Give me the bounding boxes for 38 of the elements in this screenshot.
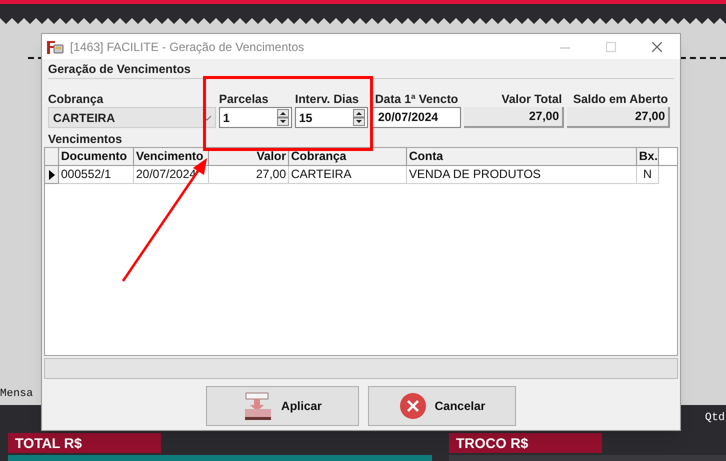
cancel-button[interactable]: Cancelar — [368, 386, 516, 426]
field-label: Cobrança — [48, 91, 104, 107]
tray-arrow-icon — [243, 391, 274, 421]
table-cell: VENDA DE PRODUTOS — [407, 166, 637, 184]
table-cell: 000552/1 — [59, 166, 134, 184]
field-label: Parcelas — [219, 91, 270, 107]
field-label: Interv. Dias — [295, 91, 360, 107]
message-label: Mensa — [0, 387, 34, 402]
group-title: Geração de Vencimentos — [48, 61, 191, 78]
column-header[interactable]: Conta — [407, 148, 637, 165]
amount-field: 27,00 — [464, 107, 564, 128]
section-title: Vencimentos — [48, 132, 124, 146]
cancel-icon — [398, 392, 427, 420]
column-header[interactable]: Vencimento — [134, 148, 209, 165]
table-cell: N — [637, 166, 659, 184]
spin-arrows-icon — [353, 109, 365, 126]
window-title: [1463] FACILITE - Geração de Vencimentos — [70, 38, 304, 56]
close-icon — [652, 42, 662, 52]
quantity-label: Qtd — [705, 411, 725, 426]
spin-field[interactable]: 15 — [295, 107, 368, 128]
field-label: Data 1ª Vencto — [374, 91, 460, 107]
app-logo-icon — [46, 38, 64, 54]
spin-field[interactable]: 1 — [219, 107, 292, 128]
maximize-icon — [606, 42, 616, 52]
table-cell: 27,00 — [209, 166, 289, 184]
column-header[interactable]: Bx. — [637, 148, 659, 165]
field-label: Saldo em Aberto — [572, 91, 669, 107]
dropdown-caret-icon — [202, 114, 212, 120]
panel-header: TOTAL R$ — [8, 433, 161, 453]
spin-arrows-icon — [277, 109, 289, 126]
amount-field: 27,00 — [567, 107, 670, 128]
panel-header: TROCO R$ — [449, 433, 602, 453]
combo-box[interactable]: CARTEIRA — [48, 107, 216, 128]
apply-button[interactable]: Aplicar — [206, 386, 359, 426]
date-field[interactable]: 20/07/2024 — [371, 107, 461, 128]
column-header[interactable]: Documento — [59, 148, 134, 165]
table-cell: CARTEIRA — [289, 166, 407, 184]
field-label: Valor Total — [500, 91, 563, 107]
